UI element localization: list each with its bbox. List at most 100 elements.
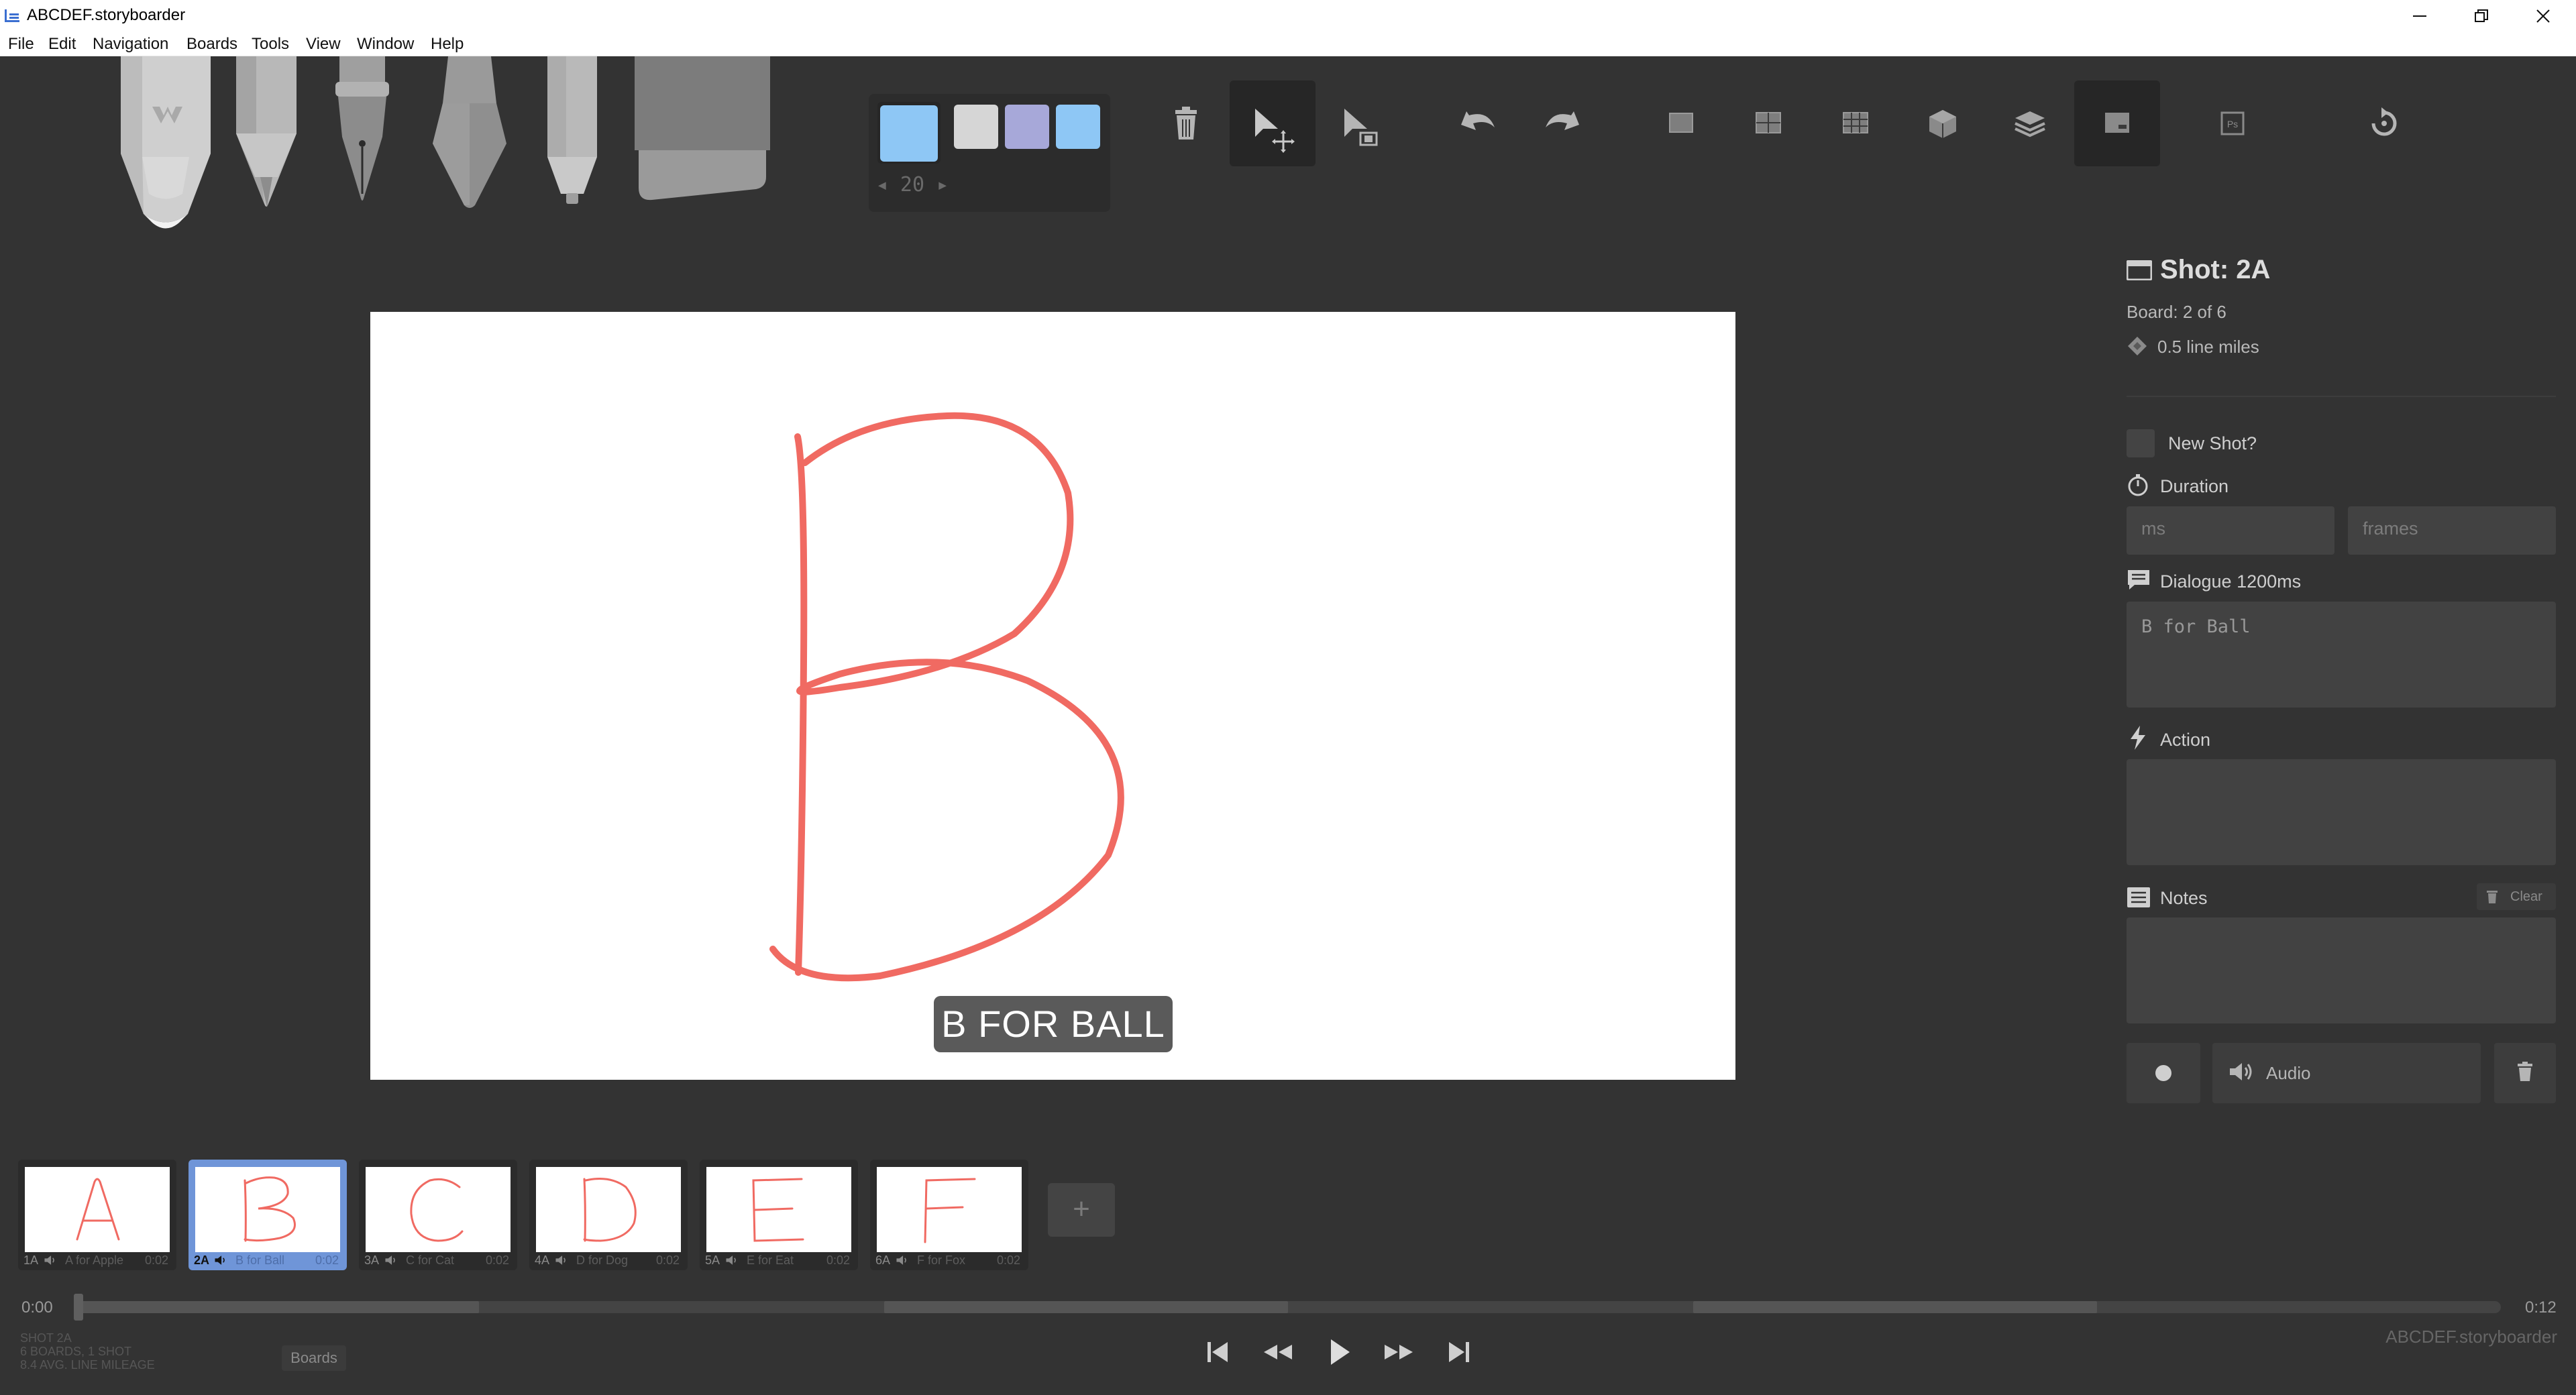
add-board-button[interactable]: + — [1048, 1183, 1115, 1237]
shot-inspector: Shot: 2A Board: 2 of 6 0.5 line miles Ne… — [2127, 255, 2556, 1113]
board-caption: A for Apple — [65, 1253, 124, 1267]
move-tool-button[interactable] — [1230, 80, 1316, 166]
duration-ms-input[interactable]: ms — [2127, 506, 2334, 555]
boards-button[interactable]: Boards — [282, 1345, 346, 1371]
refresh-button[interactable] — [2341, 80, 2427, 166]
menu-bar: File Edit Navigation Boards Tools View W… — [0, 31, 2576, 56]
board-position: Board: 2 of 6 — [2127, 302, 2226, 322]
play-button[interactable] — [1315, 1331, 1362, 1372]
fast-forward-button[interactable] — [1375, 1331, 1422, 1372]
duration-frames-input[interactable]: frames — [2348, 506, 2556, 555]
board-number: 1A — [23, 1253, 39, 1267]
record-audio-button[interactable] — [2127, 1043, 2200, 1103]
board-thumbnail-3a[interactable]: 3A C for Cat 0:02 — [359, 1160, 517, 1270]
menu-navigation[interactable]: Navigation — [93, 35, 168, 54]
dialogue-textarea[interactable]: B for Ball — [2127, 602, 2556, 708]
board-meta: 1A A for Apple 0:02 — [23, 1253, 171, 1268]
action-textarea[interactable] — [2127, 759, 2556, 865]
menu-file[interactable]: File — [8, 35, 34, 54]
palette-color-2[interactable] — [1005, 105, 1049, 149]
restore-button[interactable] — [2450, 0, 2512, 31]
rewind-button[interactable] — [1254, 1331, 1301, 1372]
board-thumbnail-1a[interactable]: 1A A for Apple 0:02 — [18, 1160, 176, 1270]
menu-tools[interactable]: Tools — [252, 35, 289, 54]
notes-textarea[interactable] — [2127, 917, 2556, 1023]
timeline-board-3a[interactable] — [884, 1301, 1288, 1313]
board-duration: 0:02 — [996, 1253, 1020, 1267]
shot-title: Shot: 2A — [2160, 255, 2271, 284]
clear-notes-button[interactable]: Clear — [2477, 883, 2556, 910]
palette-color-1[interactable] — [954, 105, 998, 149]
timeline-playhead[interactable] — [74, 1294, 83, 1321]
board-thumbnail-5a[interactable]: 5A E for Eat 0:02 — [700, 1160, 858, 1270]
board-thumbnail-2a[interactable]: 2A B for Ball 0:02 — [189, 1160, 347, 1270]
audio-file-button[interactable]: Audio — [2212, 1043, 2481, 1103]
thirds-guide-button[interactable] — [1813, 80, 1898, 166]
restore-icon — [2475, 9, 2488, 22]
notes-label: Notes — [2160, 888, 2208, 908]
project-stats: SHOT 2A 6 BOARDS, 1 SHOT 8.4 AVG. LINE M… — [20, 1331, 155, 1372]
close-icon — [2536, 9, 2550, 23]
drawing-canvas[interactable] — [370, 312, 1735, 1080]
board-number: 2A — [194, 1253, 210, 1267]
grid-guide-button[interactable] — [1638, 80, 1724, 166]
speaker-icon — [2230, 1063, 2252, 1080]
board-caption: D for Dog — [576, 1253, 629, 1267]
skip-start-icon — [1208, 1342, 1228, 1362]
thirds-icon — [1843, 112, 1868, 133]
eraser-icon[interactable] — [632, 56, 773, 204]
scale-tool-button[interactable] — [1316, 80, 1402, 166]
open-in-photoshop-button[interactable]: Ps — [2190, 80, 2275, 166]
app-name: ABCDEF.storyboarder — [2385, 1327, 2557, 1347]
redo-button[interactable] — [1520, 80, 1606, 166]
menu-edit[interactable]: Edit — [48, 35, 76, 54]
palette-color-3[interactable] — [1056, 105, 1100, 149]
duration-label: Duration — [2160, 476, 2229, 496]
timeline-board-1a[interactable] — [75, 1301, 479, 1313]
board-thumbnail-6a[interactable]: 6A F for Fox 0:02 — [870, 1160, 1028, 1270]
board-caption: E for Eat — [747, 1253, 794, 1267]
minimize-button[interactable] — [2388, 0, 2450, 31]
go-to-start-button[interactable] — [1194, 1331, 1241, 1372]
center-guide-button[interactable] — [1725, 80, 1811, 166]
brush-size-control[interactable]: ◂ 20 ▸ — [872, 173, 953, 200]
grid-icon — [1669, 113, 1693, 133]
timeline-scrubber[interactable] — [75, 1301, 2501, 1313]
board-thumbnail-4a[interactable]: 4A D for Dog 0:02 — [529, 1160, 688, 1270]
window-title: ABCDEF.storyboarder — [27, 6, 186, 24]
perspective-guide-button[interactable] — [1900, 80, 1986, 166]
menu-view[interactable]: View — [306, 35, 341, 54]
captions-button[interactable] — [2074, 80, 2160, 166]
menu-boards[interactable]: Boards — [186, 35, 237, 54]
menu-help[interactable]: Help — [431, 35, 464, 54]
new-shot-checkbox[interactable] — [2127, 429, 2155, 457]
undo-button[interactable] — [1434, 80, 1520, 166]
pen-icon[interactable] — [329, 56, 396, 204]
go-to-end-button[interactable] — [1436, 1331, 1483, 1372]
minimize-icon — [2413, 15, 2426, 17]
board-caption: F for Fox — [917, 1253, 966, 1267]
speaker-icon — [44, 1256, 54, 1265]
note-pen-icon[interactable] — [542, 56, 602, 207]
board-caption: C for Cat — [406, 1253, 455, 1267]
board-preview — [536, 1167, 681, 1252]
current-color-swatch[interactable] — [880, 105, 938, 162]
rewind-icon — [1264, 1345, 1292, 1359]
board-number: 6A — [875, 1253, 891, 1267]
timeline-board-5a[interactable] — [1693, 1301, 2097, 1313]
pencil-icon[interactable] — [229, 56, 303, 211]
delete-audio-button[interactable] — [2494, 1043, 2556, 1103]
onion-skin-button[interactable] — [1987, 80, 2073, 166]
plus-icon: + — [1073, 1192, 1090, 1225]
trash-icon — [1175, 107, 1197, 140]
letter-c-drawing — [410, 1178, 464, 1242]
clear-canvas-button[interactable] — [1143, 80, 1229, 166]
letter-b-drawing — [244, 1176, 296, 1242]
board-number: 4A — [535, 1253, 550, 1267]
clear-notes-label: Clear — [2510, 889, 2542, 904]
brush-icon[interactable] — [429, 56, 510, 211]
letter-e-drawing — [752, 1178, 804, 1242]
close-button[interactable] — [2512, 0, 2573, 31]
light-pencil-icon[interactable] — [115, 56, 216, 237]
menu-window[interactable]: Window — [357, 35, 414, 54]
